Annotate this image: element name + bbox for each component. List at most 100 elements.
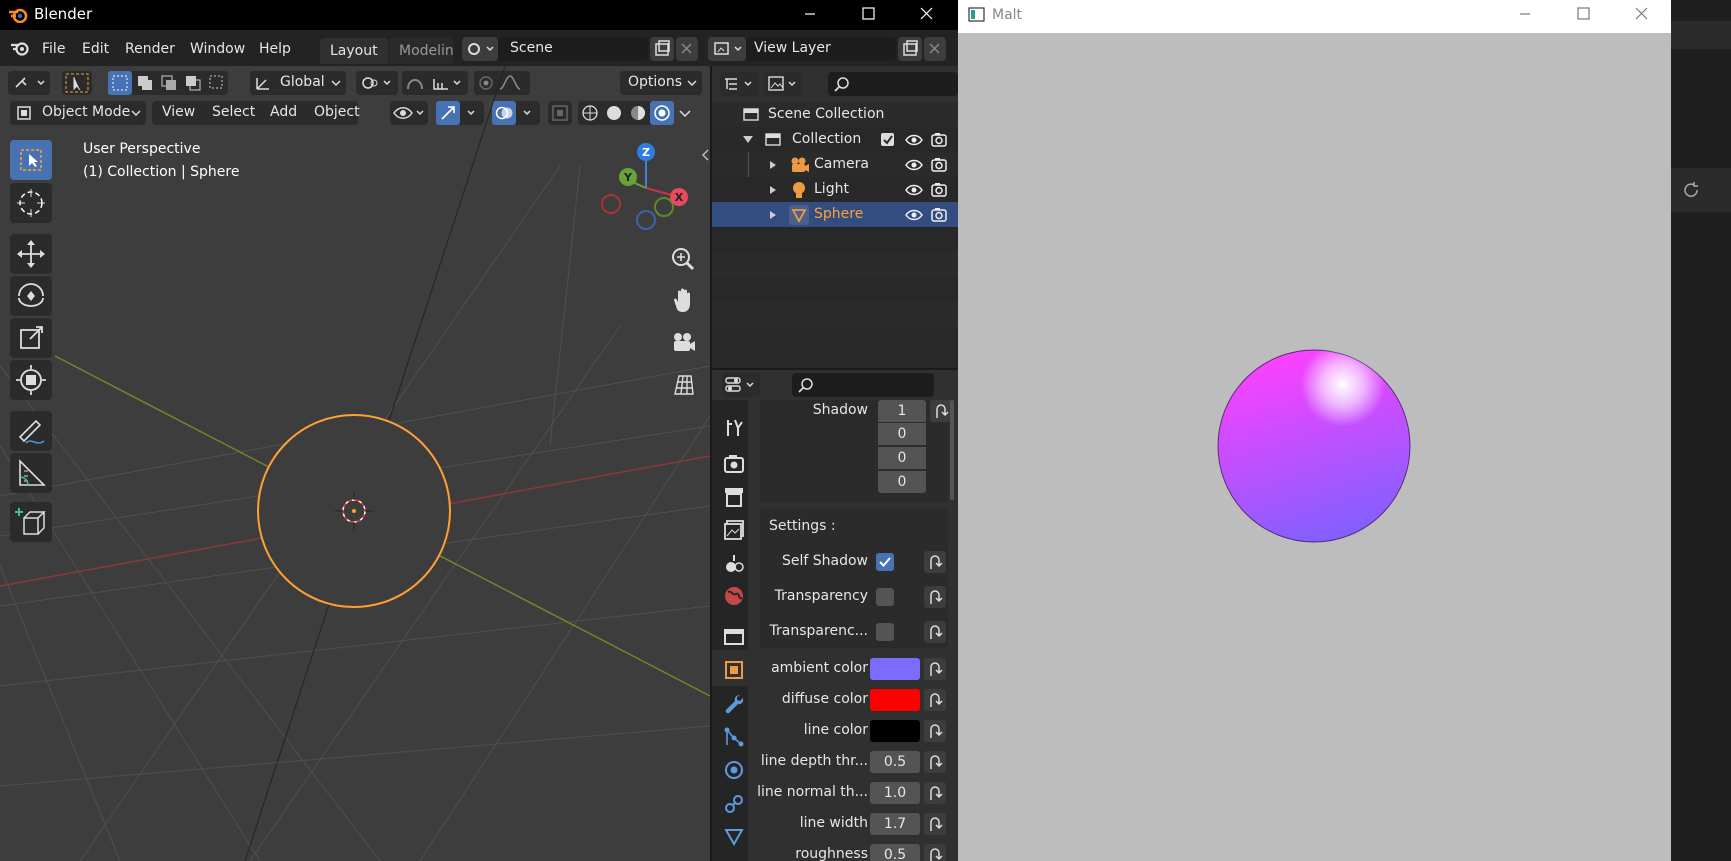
properties-search-input[interactable] bbox=[792, 373, 934, 397]
checkbox-checked-icon[interactable] bbox=[880, 132, 896, 148]
3d-viewport[interactable]: Global Options Object Mode View Select A… bbox=[0, 66, 710, 861]
object-tab-icon[interactable] bbox=[720, 656, 748, 684]
eye-icon[interactable] bbox=[904, 157, 924, 173]
rotate-tool[interactable] bbox=[10, 276, 52, 316]
add-cube-tool[interactable] bbox=[10, 502, 52, 542]
menu-window[interactable]: Window bbox=[190, 41, 245, 57]
physics-tab-icon[interactable] bbox=[720, 756, 748, 784]
outliner-editor-type[interactable] bbox=[720, 72, 758, 96]
new-scene-button[interactable] bbox=[650, 37, 674, 61]
outliner-search-input[interactable] bbox=[828, 72, 958, 96]
roughness-field[interactable]: 0.5 bbox=[870, 844, 920, 861]
scene-name-field[interactable]: Scene bbox=[498, 37, 648, 61]
ambient-color-swatch[interactable] bbox=[870, 658, 920, 680]
properties-editor-type[interactable] bbox=[722, 373, 760, 397]
outliner-display-mode[interactable] bbox=[764, 72, 802, 96]
blender-menu-icon[interactable] bbox=[10, 40, 30, 56]
collapsed-arrow-icon[interactable] bbox=[768, 160, 778, 170]
menu-edit[interactable]: Edit bbox=[82, 41, 109, 57]
menu-help[interactable]: Help bbox=[259, 41, 291, 57]
view-layer-field[interactable]: View Layer bbox=[746, 37, 896, 61]
navigation-gizmo[interactable]: Z X Y bbox=[596, 142, 698, 242]
camera-render-icon[interactable] bbox=[930, 156, 948, 174]
reset-diffuse-color-button[interactable] bbox=[924, 689, 946, 711]
close-button[interactable] bbox=[897, 0, 955, 30]
collapsed-arrow-icon[interactable] bbox=[768, 185, 778, 195]
data-tab-icon[interactable] bbox=[720, 822, 748, 850]
eye-icon[interactable] bbox=[904, 207, 924, 223]
annotate-tool[interactable] bbox=[10, 411, 52, 451]
line-width-field[interactable]: 1.7 bbox=[870, 813, 920, 835]
reset-self-shadow-button[interactable] bbox=[924, 551, 946, 573]
reset-transparency2-button[interactable] bbox=[924, 621, 946, 643]
tab-layout[interactable]: Layout bbox=[320, 38, 388, 64]
camera-render-icon[interactable] bbox=[930, 131, 948, 149]
camera-view-button[interactable] bbox=[666, 326, 700, 360]
measure-tool[interactable] bbox=[10, 453, 52, 493]
minimize-button[interactable] bbox=[781, 0, 839, 30]
particles-tab-icon[interactable] bbox=[720, 723, 748, 751]
delete-scene-button[interactable] bbox=[676, 37, 698, 61]
outliner-row-scene-collection[interactable]: Scene Collection bbox=[712, 102, 958, 127]
line-normal-field[interactable]: 1.0 bbox=[870, 782, 920, 804]
outliner-row-collection[interactable]: Collection bbox=[712, 127, 958, 152]
scale-tool[interactable] bbox=[10, 318, 52, 358]
view-layer-tab-icon[interactable] bbox=[720, 516, 748, 544]
shadow-value-3[interactable]: 0 bbox=[878, 471, 926, 493]
properties-scrollbar[interactable] bbox=[950, 400, 954, 500]
tab-modeling[interactable]: Modeling bbox=[389, 38, 453, 64]
reset-line-width-button[interactable] bbox=[924, 813, 946, 835]
shadow-value-2[interactable]: 0 bbox=[878, 447, 926, 469]
view-layer-type-button[interactable] bbox=[708, 37, 746, 61]
cursor-tool[interactable] bbox=[10, 183, 52, 223]
scene-tab-icon[interactable] bbox=[720, 550, 748, 578]
collection-tab-icon[interactable] bbox=[720, 623, 748, 651]
transparency-checkbox[interactable] bbox=[876, 588, 894, 606]
camera-render-icon[interactable] bbox=[930, 181, 948, 199]
malt-minimize-button[interactable] bbox=[1496, 0, 1554, 30]
self-shadow-checkbox[interactable] bbox=[876, 553, 894, 571]
malt-maximize-button[interactable] bbox=[1554, 0, 1612, 30]
reset-ambient-color-button[interactable] bbox=[924, 658, 946, 680]
transform-tool[interactable] bbox=[10, 360, 52, 400]
reset-line-normal-button[interactable] bbox=[924, 782, 946, 804]
eye-icon[interactable] bbox=[904, 182, 924, 198]
reset-line-depth-button[interactable] bbox=[924, 751, 946, 773]
maximize-button[interactable] bbox=[839, 0, 897, 30]
eye-icon[interactable] bbox=[904, 132, 924, 148]
line-depth-field[interactable]: 0.5 bbox=[870, 751, 920, 773]
shadow-value-1[interactable]: 0 bbox=[878, 423, 926, 445]
outliner-row-light[interactable]: Light bbox=[712, 177, 958, 202]
line-color-swatch[interactable] bbox=[870, 720, 920, 742]
scene-type-button[interactable] bbox=[462, 37, 498, 61]
malt-close-button[interactable] bbox=[1612, 0, 1670, 30]
move-tool[interactable] bbox=[10, 234, 52, 274]
output-tab-icon[interactable] bbox=[720, 483, 748, 511]
outliner-row-sphere[interactable]: Sphere bbox=[712, 202, 958, 227]
diffuse-color-swatch[interactable] bbox=[870, 689, 920, 711]
area-divider[interactable] bbox=[710, 66, 712, 861]
menu-render[interactable]: Render bbox=[125, 41, 175, 57]
transparency2-checkbox[interactable] bbox=[876, 623, 894, 641]
sidebar-toggle-icon[interactable] bbox=[700, 148, 710, 162]
menu-file[interactable]: File bbox=[42, 41, 65, 57]
reset-line-color-button[interactable] bbox=[924, 720, 946, 742]
zoom-button[interactable] bbox=[666, 242, 700, 276]
reset-roughness-button[interactable] bbox=[924, 844, 946, 861]
render-tab-icon[interactable] bbox=[720, 450, 748, 478]
camera-render-icon[interactable] bbox=[930, 206, 948, 224]
new-view-layer-button[interactable] bbox=[898, 37, 922, 61]
world-tab-icon[interactable] bbox=[720, 582, 748, 610]
reset-transparency-button[interactable] bbox=[924, 586, 946, 608]
ortho-toggle-button[interactable] bbox=[666, 368, 700, 402]
outliner-row-camera[interactable]: Camera bbox=[712, 152, 958, 227]
select-box-tool[interactable] bbox=[10, 140, 52, 180]
tool-tab-icon[interactable] bbox=[720, 414, 748, 442]
reset-shadow-button[interactable] bbox=[930, 400, 952, 422]
modifier-tab-icon[interactable] bbox=[720, 690, 748, 718]
constraints-tab-icon[interactable] bbox=[720, 790, 748, 818]
delete-view-layer-button[interactable] bbox=[924, 37, 946, 61]
pan-button[interactable] bbox=[666, 284, 700, 318]
shadow-value-0[interactable]: 1 bbox=[878, 400, 926, 422]
collapsed-arrow-icon[interactable] bbox=[768, 210, 778, 220]
